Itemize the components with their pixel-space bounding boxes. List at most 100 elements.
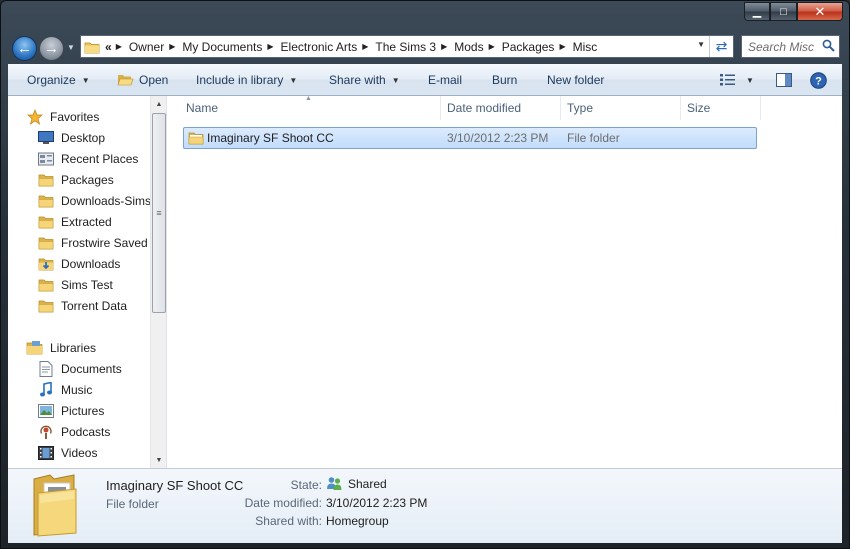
sidebar-item-label: Sims Test [61, 277, 113, 292]
navigation-pane-scrollbar[interactable]: ▲ ≡ ▼ [150, 96, 166, 468]
sidebar-item-recent-places[interactable]: Recent Places [37, 148, 166, 169]
search-placeholder: Search Misc [748, 39, 815, 54]
forward-button[interactable]: → [39, 36, 64, 61]
breadcrumb-item[interactable]: ▶ Mods [441, 36, 489, 57]
sidebar-item-extracted[interactable]: Extracted [37, 211, 166, 232]
recent-pages-dropdown[interactable]: ▼ [67, 43, 75, 52]
organize-button[interactable]: Organize ▼ [27, 64, 90, 96]
breadcrumb-separator-icon[interactable]: ▶ [559, 42, 567, 51]
breadcrumb-label: Electronic Arts [280, 39, 358, 54]
breadcrumb-overflow[interactable]: « [103, 40, 116, 54]
sidebar-item-label: Packages [61, 172, 114, 187]
breadcrumb-label: Packages [501, 39, 555, 54]
column-size[interactable]: Size [681, 96, 761, 120]
breadcrumb-separator-icon[interactable]: ▶ [441, 42, 449, 51]
preview-pane-icon [776, 73, 792, 87]
title-bar[interactable]: ▁ □ ✕ [1, 1, 849, 31]
breadcrumb-separator-icon[interactable]: ▶ [169, 42, 177, 51]
sidebar-item-podcasts[interactable]: Podcasts [37, 421, 166, 442]
details-shared-value: Homegroup [326, 514, 389, 528]
breadcrumb-item[interactable]: ▶ My Documents [169, 36, 267, 57]
breadcrumb-item[interactable]: ▶ The Sims 3 [362, 36, 441, 57]
preview-pane-button[interactable] [776, 64, 792, 96]
sidebar-item-downloads-sims[interactable]: Downloads-Sims [37, 190, 166, 211]
state-value-text: Shared [348, 476, 387, 491]
address-folder-icon [81, 36, 103, 57]
burn-button[interactable]: Burn [492, 64, 517, 96]
sidebar-item-documents[interactable]: Documents [37, 358, 166, 379]
breadcrumb-item[interactable]: ▶ Misc [559, 36, 602, 57]
help-button[interactable]: ? [810, 64, 827, 96]
documents-icon [37, 360, 55, 377]
open-label: Open [139, 73, 169, 87]
email-button[interactable]: E-mail [428, 64, 462, 96]
refresh-button[interactable]: ⇄ [709, 36, 733, 57]
sidebar-item-videos[interactable]: Videos [37, 442, 166, 463]
maximize-button[interactable]: □ [770, 2, 797, 21]
minimize-button[interactable]: ▁ [744, 2, 770, 21]
chevron-down-icon: ▼ [67, 43, 75, 52]
breadcrumb-separator-icon[interactable]: ▶ [362, 42, 370, 51]
sidebar-item-label: Extracted [61, 214, 112, 229]
chevron-down-icon: ▼ [697, 40, 705, 49]
include-in-library-button[interactable]: Include in library ▼ [196, 64, 297, 96]
column-name[interactable]: Name [180, 96, 441, 120]
command-bar: Organize ▼ Open Include in library ▼ Share… [8, 64, 842, 96]
scroll-up-button[interactable]: ▲ [151, 96, 166, 112]
breadcrumb-label: Owner [128, 39, 165, 54]
maximize-icon: □ [780, 5, 787, 18]
share-with-button[interactable]: Share with ▼ [329, 64, 400, 96]
minimize-icon: ▁ [752, 6, 762, 18]
breadcrumb-item[interactable]: ▶ Electronic Arts [267, 36, 362, 57]
details-date-label: Date modified: [244, 496, 322, 510]
file-list[interactable]: ▲ Name Date modified Type Size Imaginary… [168, 95, 842, 468]
close-button[interactable]: ✕ [797, 2, 843, 21]
downloads-folder-icon [37, 256, 55, 272]
back-button[interactable]: ← [12, 36, 37, 61]
sidebar-item-sims-test[interactable]: Sims Test [37, 274, 166, 295]
sidebar-item-desktop[interactable]: Desktop [37, 127, 166, 148]
videos-icon [37, 445, 55, 461]
breadcrumb-label: Mods [454, 39, 484, 54]
address-bar[interactable]: « ▶ Owner ▶ My Documents ▶ Electronic Arts ▶ Th… [80, 35, 734, 58]
new-folder-button[interactable]: New folder [547, 64, 604, 96]
folder-icon [37, 172, 55, 188]
open-folder-icon [117, 73, 134, 87]
breadcrumb-separator-icon[interactable]: ▶ [489, 42, 497, 51]
breadcrumb-item[interactable]: ▶ Owner [116, 36, 170, 57]
table-row[interactable]: Imaginary SF Shoot CC 3/10/2012 2:23 PM … [183, 127, 757, 149]
sidebar-item-pictures[interactable]: Pictures [37, 400, 166, 421]
scroll-down-button[interactable]: ▼ [151, 452, 166, 468]
scroll-up-icon: ▲ [155, 100, 163, 108]
sidebar-item-label: Podcasts [61, 424, 111, 439]
change-view-button[interactable]: ▼ [720, 64, 754, 96]
open-button[interactable]: Open [117, 64, 168, 96]
scrollbar-thumb[interactable]: ≡ [152, 113, 166, 313]
breadcrumb-separator-icon[interactable]: ▶ [116, 42, 124, 51]
search-input[interactable]: Search Misc [741, 35, 840, 58]
address-history-dropdown[interactable]: ▼ [697, 40, 705, 49]
sidebar-item-label: Frostwire Saved [61, 235, 148, 250]
view-details-icon [720, 74, 736, 86]
breadcrumb-separator-icon[interactable]: ▶ [267, 42, 275, 51]
sidebar-item-torrent-data[interactable]: Torrent Data [37, 295, 166, 316]
column-date-modified[interactable]: Date modified [441, 96, 561, 120]
shared-users-icon [326, 476, 343, 491]
sidebar-item-frostwire-saved[interactable]: Frostwire Saved [37, 232, 166, 253]
sidebar-item-label: Torrent Data [61, 298, 128, 313]
sidebar-item-packages[interactable]: Packages [37, 169, 166, 190]
organize-label: Organize [27, 73, 76, 87]
share-with-label: Share with [329, 73, 386, 87]
sidebar-item-music[interactable]: Music [37, 379, 166, 400]
sidebar-favorites-header[interactable]: Favorites [26, 106, 166, 127]
forward-arrow-icon: → [44, 40, 59, 57]
sidebar-item-label: Videos [61, 445, 98, 460]
column-type[interactable]: Type [561, 96, 681, 120]
folder-icon [37, 214, 55, 230]
libraries-icon [26, 340, 44, 356]
sidebar-item-label: Downloads-Sims [61, 193, 152, 208]
sidebar-libraries-header[interactable]: Libraries [26, 337, 166, 358]
breadcrumb-item[interactable]: ▶ Packages [489, 36, 560, 57]
sidebar-item-downloads[interactable]: Downloads [37, 253, 166, 274]
search-icon[interactable] [822, 39, 835, 55]
